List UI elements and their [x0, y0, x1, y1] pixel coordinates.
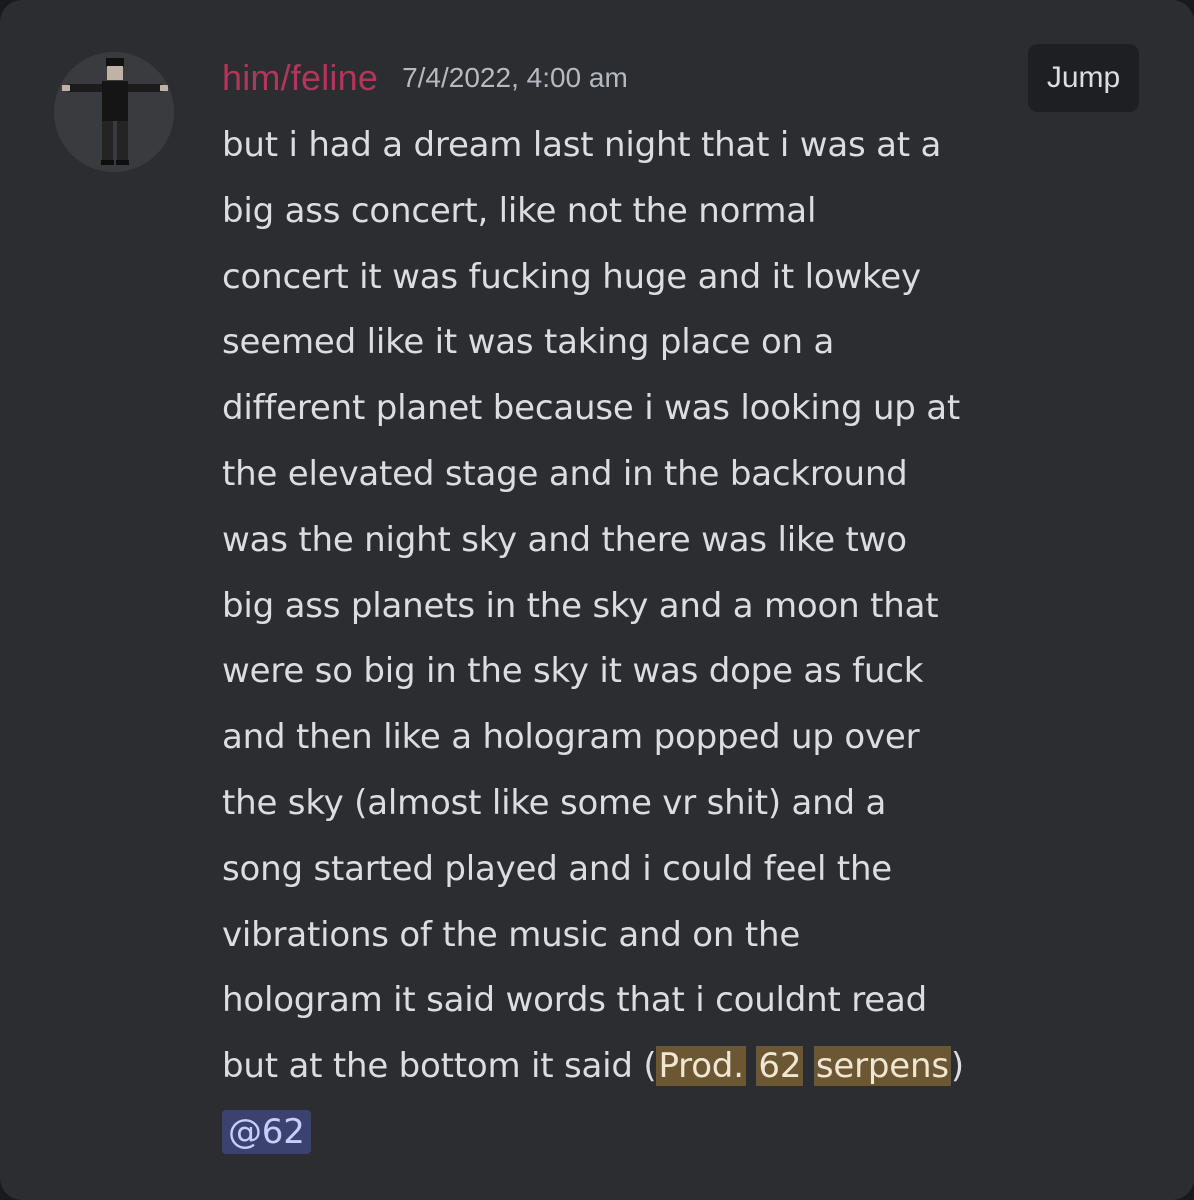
separator [746, 1046, 757, 1086]
message-line-last: but at the bottom it said (Prod. 62 serp… [222, 1034, 1122, 1100]
message-line: vibrations of the music and on the [222, 914, 801, 955]
message-line: big ass planets in the sky and a moon th… [222, 585, 939, 626]
t-pose-avatar-icon [54, 52, 174, 172]
mention-line: @62 [222, 1100, 1122, 1166]
author-username[interactable]: him/feline [222, 57, 378, 99]
message-line: different planet because i was looking u… [222, 388, 961, 429]
search-highlight: 62 [756, 1046, 804, 1087]
message-line: the sky (almost like some vr shit) and a [222, 782, 887, 823]
last-line-suffix: ) [950, 1046, 964, 1087]
jump-button[interactable]: Jump [1028, 44, 1139, 112]
message-line: but i had a dream last night that i was … [222, 125, 942, 165]
message-line: and then like a hologram popped up over [222, 717, 920, 758]
user-mention[interactable]: @62 [222, 1109, 311, 1154]
message-line: were so big in the sky it was dope as fu… [222, 651, 924, 692]
message-line: concert it was fucking huge and it lowke… [222, 256, 921, 297]
avatar[interactable] [54, 52, 174, 172]
message-line: seemed like it was taking place on a [222, 322, 835, 363]
message-content: but i had a dream last night that i was … [222, 113, 1122, 1166]
last-line-prefix: but at the bottom it said ( [222, 1046, 657, 1087]
message-line: hologram it said words that i couldnt re… [222, 980, 928, 1021]
message-line: big ass concert, like not the normal [222, 190, 817, 231]
separator [803, 1046, 814, 1086]
message-timestamp[interactable]: 7/4/2022, 4:00 am [402, 62, 628, 94]
message-line: song started played and i could feel the [222, 848, 893, 889]
search-highlight: Prod. [656, 1046, 746, 1087]
search-highlight: serpens [813, 1046, 951, 1087]
message-card: him/feline 7/4/2022, 4:00 am Jump but i … [0, 0, 1194, 1200]
message-line: was the night sky and there was like two [222, 519, 907, 560]
message-header: him/feline 7/4/2022, 4:00 am [222, 52, 628, 104]
message-line: the elevated stage and in the backround [222, 453, 908, 494]
